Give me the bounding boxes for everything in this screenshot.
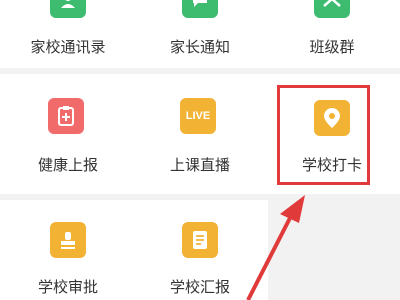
group-icon — [314, 0, 350, 18]
grid-item-contacts[interactable]: 家校通讯录 — [0, 0, 136, 68]
grid-item-class-group[interactable]: 班级群 — [264, 0, 400, 68]
grid-item-health-report[interactable]: 健康上报 — [0, 74, 136, 194]
health-clipboard-icon — [48, 98, 84, 134]
grid-item-label: 学校审批 — [37, 278, 98, 296]
grid-item-live-class[interactable]: LIVE 上课直播 — [132, 74, 268, 194]
contacts-icon — [50, 0, 86, 18]
grid-item-school-approval[interactable]: 学校审批 — [0, 200, 136, 300]
grid-item-school-report[interactable]: 学校汇报 — [132, 200, 268, 300]
grid-item-label: 家校通讯录 — [30, 38, 106, 56]
chat-icon — [182, 0, 218, 18]
grid-item-parent-notice[interactable]: 家长通知 — [132, 0, 268, 68]
report-document-icon — [182, 222, 218, 258]
grid-item-label: 上课直播 — [169, 156, 230, 174]
live-icon: LIVE — [180, 98, 216, 134]
highlight-box — [277, 85, 370, 185]
grid-item-label: 学校汇报 — [169, 278, 230, 296]
approval-stamp-icon — [50, 222, 86, 258]
grid-item-label: 健康上报 — [37, 156, 98, 174]
grid-item-label: 家长通知 — [169, 38, 230, 56]
live-icon-text: LIVE — [185, 110, 211, 122]
grid-item-label: 班级群 — [309, 38, 355, 56]
